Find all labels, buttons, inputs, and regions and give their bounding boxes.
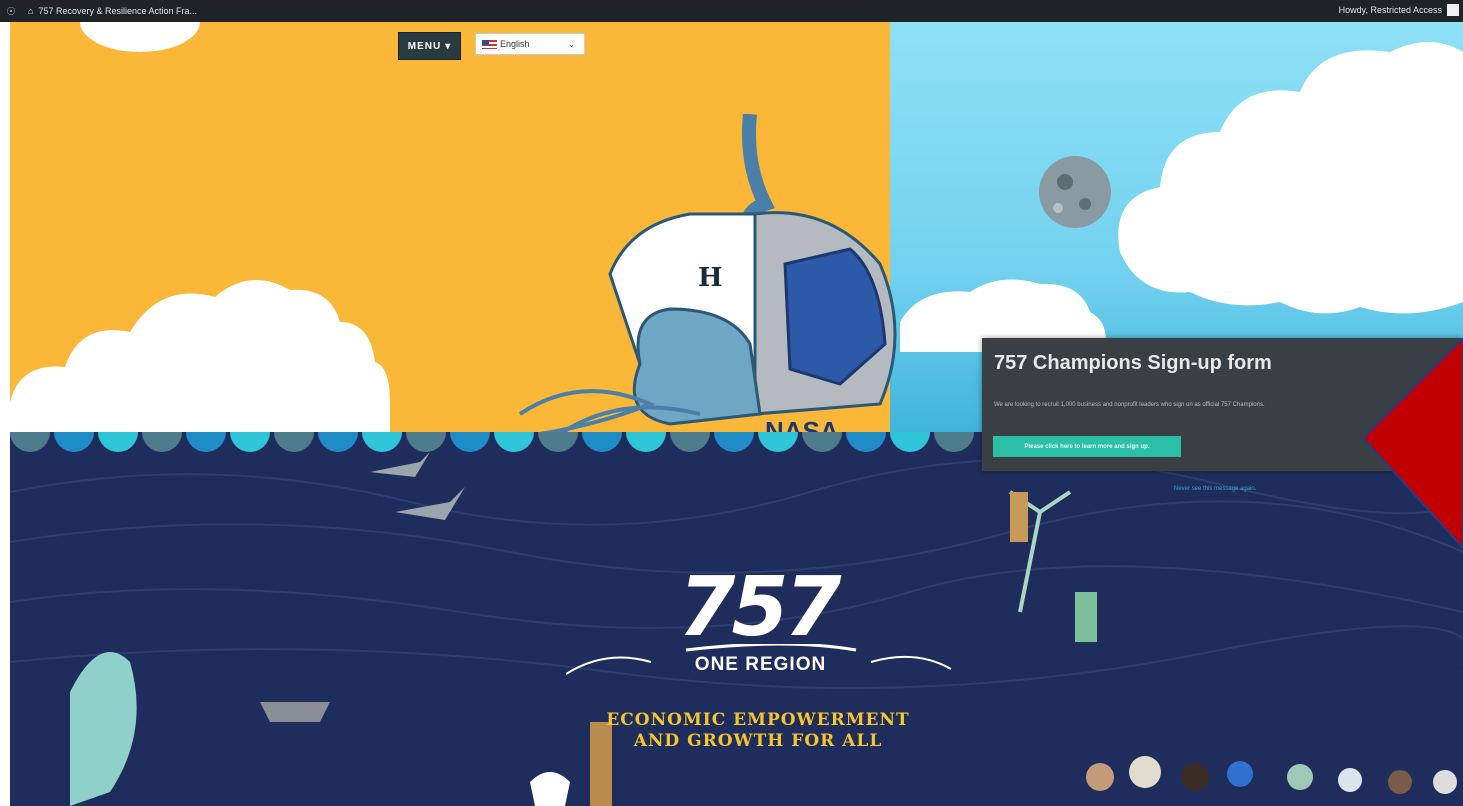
popup-body: We are looking to recruit 1,000 business… xyxy=(994,402,1265,408)
wordpress-icon[interactable]: ☉ xyxy=(0,5,22,18)
menu-label: MENU xyxy=(407,40,442,52)
screenshot-frame: ☉ ⌂ 757 Recovery & Resilience Action Fra… xyxy=(0,0,1463,806)
us-flag-icon xyxy=(482,39,497,49)
logo-number: 757 xyxy=(678,560,841,655)
home-icon: ⌂ xyxy=(28,6,34,16)
dismiss-forever-link[interactable]: Never see this message again. xyxy=(1174,486,1256,492)
admin-bar: ☉ ⌂ 757 Recovery & Resilience Action Fra… xyxy=(0,0,1463,22)
757-logo: 757 ONE REGION ECONOMIC EMPOWERMENT AND … xyxy=(538,560,958,806)
tagline-line2: AND GROWTH FOR ALL xyxy=(633,731,883,751)
chevron-down-icon: ▾ xyxy=(445,40,452,52)
chevron-down-icon: ⌄ xyxy=(568,40,575,49)
signup-cta-button[interactable]: Please click here to learn more and sign… xyxy=(993,436,1181,457)
region-label: ONE REGION xyxy=(694,654,827,675)
cap-emblem: H xyxy=(698,263,723,293)
admin-site-title: 757 Recovery & Resilience Action Fra... xyxy=(38,6,198,16)
hero-illustration: NASA H MENU ▾ English ⌄ 757 ONE REGION E… xyxy=(10,22,1463,806)
menu-button[interactable]: MENU ▾ xyxy=(398,32,461,60)
red-triangle-overlay xyxy=(1363,338,1463,548)
tagline-line1: ECONOMIC EMPOWERMENT xyxy=(606,710,910,730)
howdy-label: Howdy, Restricted Access xyxy=(1338,5,1442,15)
avatar xyxy=(1447,4,1459,16)
popup-title: 757 Champions Sign-up form xyxy=(994,352,1272,374)
admin-site-link[interactable]: ⌂ 757 Recovery & Resilience Action Fra..… xyxy=(22,6,197,16)
admin-account-menu[interactable]: Howdy, Restricted Access xyxy=(1339,4,1459,16)
language-selected-label: English xyxy=(500,39,530,49)
astronaut-art: NASA H xyxy=(518,114,897,444)
language-select[interactable]: English ⌄ xyxy=(475,33,585,55)
